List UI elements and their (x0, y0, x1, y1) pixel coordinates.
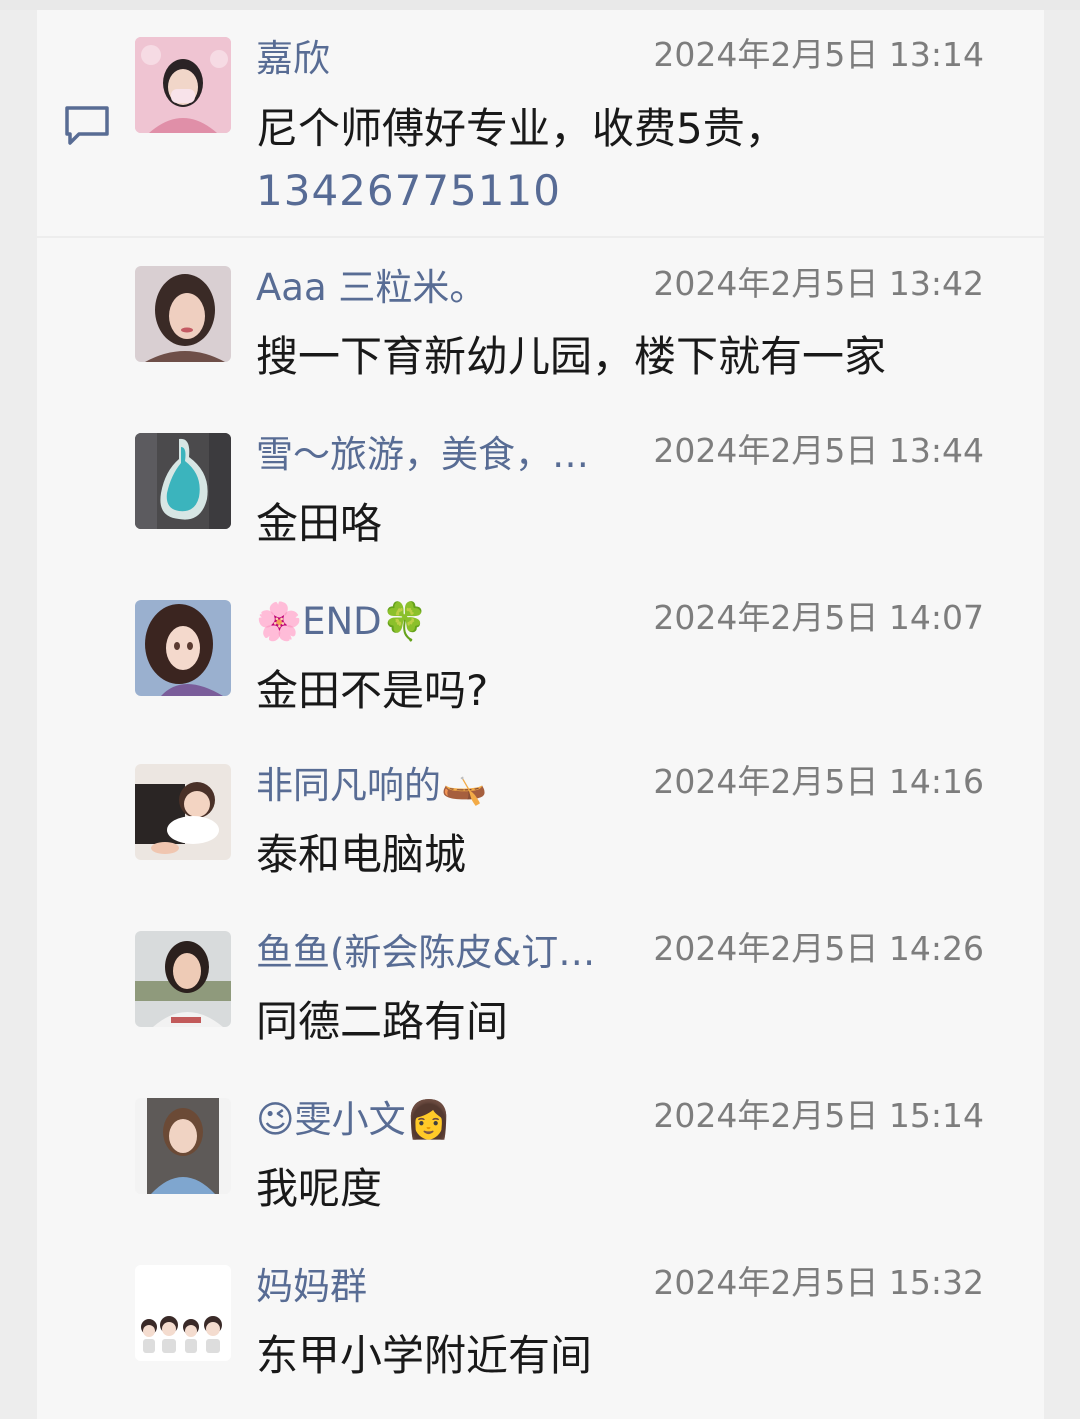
commenter-name[interactable]: 妈妈群 (256, 1265, 367, 1309)
commenter-name[interactable]: 😉雯小文👩 (256, 1098, 452, 1142)
comment-bubble-icon[interactable] (63, 104, 111, 148)
avatar[interactable] (135, 931, 231, 1027)
phone-number-link[interactable]: 13426775110 (256, 160, 561, 222)
comment-text: 金田咯 (256, 499, 383, 548)
comment-text: 金田不是吗? (256, 666, 489, 715)
comment-time: 2024年2月5日 14:26 (653, 929, 984, 968)
comment-time: 2024年2月5日 15:32 (653, 1263, 984, 1302)
avatar[interactable] (135, 433, 231, 529)
comment-text: 同德二路有间 (256, 997, 509, 1046)
moments-comments-page: 嘉欣 2024年2月5日 13:14 尼个师傅好专业，收费5贵， 1342677… (0, 0, 1080, 1419)
avatar[interactable] (135, 764, 231, 860)
commenter-name[interactable]: 🌸END🍀 (256, 600, 428, 644)
comment-text: 东甲小学附近有间 (256, 1331, 593, 1380)
comment-time: 2024年2月5日 15:14 (653, 1096, 984, 1135)
commenter-name[interactable]: 非同凡响的🛶 (256, 764, 487, 808)
comment-time: 2024年2月5日 13:44 (653, 431, 984, 470)
commenter-name[interactable]: 雪～旅游，美食，… (256, 433, 589, 477)
avatar[interactable] (135, 1098, 231, 1194)
comment-time: 2024年2月5日 14:16 (653, 762, 984, 801)
commenter-name[interactable]: 嘉欣 (256, 37, 330, 81)
comment-text: 我呢度 (256, 1164, 383, 1213)
avatar[interactable] (135, 1265, 231, 1361)
comment-text: 尼个师傅好专业，收费5贵， (256, 104, 787, 153)
comment-text: 泰和电脑城 (256, 830, 467, 879)
comment-time: 2024年2月5日 13:14 (653, 35, 984, 74)
top-strip (0, 0, 1080, 10)
avatar[interactable] (135, 266, 231, 362)
comment-text: 搜一下育新幼儿园，楼下就有一家 (256, 332, 887, 381)
avatar[interactable] (135, 37, 231, 133)
commenter-name[interactable]: 鱼鱼(新会陈皮&订… (256, 931, 595, 975)
comment-time: 2024年2月5日 14:07 (653, 598, 984, 637)
comment-time: 2024年2月5日 13:42 (653, 264, 984, 303)
commenter-name[interactable]: Aaa 三粒米。 (256, 266, 486, 310)
avatar[interactable] (135, 600, 231, 696)
